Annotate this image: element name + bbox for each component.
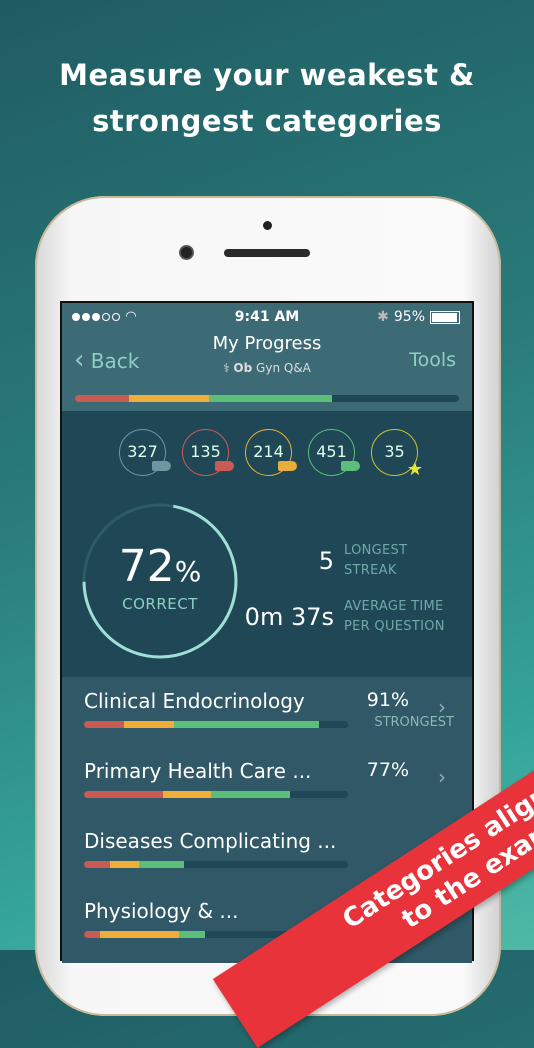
category-progress-bar: [84, 791, 348, 798]
bar-segment-green: [173, 721, 319, 728]
stats-panel: 327 135 214 451 35 ★ 72% CORRECT 5 LONGEST STR…: [62, 411, 472, 677]
bar-segment-red: [84, 931, 100, 938]
category-row[interactable]: Primary Health Care ... 77% ›: [84, 747, 454, 817]
category-name: Physiology & ...: [84, 899, 239, 923]
tools-button[interactable]: Tools: [409, 349, 456, 371]
tag-icon: [341, 461, 360, 471]
bar-segment-green: [209, 395, 333, 402]
category-name: Diseases Complicating ...: [84, 829, 337, 853]
tag-icon: [278, 461, 297, 471]
headline: Measure your weakest & strongest categor…: [59, 58, 475, 138]
streak-label: LONGEST STREAK: [344, 543, 408, 578]
overall-progress-bar: [75, 395, 459, 402]
battery-icon: [430, 310, 460, 324]
bar-segment-green: [139, 861, 185, 868]
category-name: Primary Health Care ...: [84, 759, 312, 783]
category-percent: 77%: [366, 759, 409, 781]
bar-segment-red: [84, 721, 124, 728]
chevron-right-icon: ›: [438, 765, 446, 789]
bar-segment-red: [84, 861, 111, 868]
bar-segment-yellow: [110, 861, 140, 868]
count-badge[interactable]: 35 ★: [371, 429, 423, 479]
bar-segment-green: [179, 931, 206, 938]
bluetooth-icon: ✱: [377, 309, 389, 325]
camera-icon: [179, 245, 194, 260]
status-bar: ◠ 9:41 AM ✱ 95%: [62, 309, 472, 327]
streak-value: 5: [318, 547, 334, 575]
category-progress-bar: [84, 861, 348, 868]
tag-icon: [215, 461, 234, 471]
count-badge[interactable]: 451: [308, 429, 360, 476]
bar-segment-yellow: [128, 395, 210, 402]
category-percent: 91%: [366, 689, 409, 711]
bar-segment-yellow: [99, 931, 180, 938]
count-badge[interactable]: 327: [119, 429, 171, 476]
battery-percent: 95%: [393, 309, 425, 325]
avg-time-label: AVERAGE TIME PER QUESTION: [344, 599, 445, 634]
proximity-sensor: [263, 221, 272, 230]
bar-segment-green: [210, 791, 290, 798]
score-percent: 72%: [118, 541, 202, 592]
avg-time-value: 0m 37s: [244, 603, 334, 631]
tag-icon: [152, 461, 171, 471]
category-progress-bar: [84, 721, 348, 728]
bar-segment-yellow: [163, 791, 211, 798]
count-badge[interactable]: 214: [245, 429, 297, 476]
category-row[interactable]: Clinical Endocrinology 91% STRONGEST ›: [84, 677, 454, 747]
bar-segment-red: [84, 791, 164, 798]
bar-segment-red: [75, 395, 129, 402]
chevron-right-icon: ›: [438, 695, 446, 719]
nav-header: ◠ 9:41 AM ✱ 95% ‹ Back My Progress ⚕ Ob G…: [62, 303, 472, 411]
category-name: Clinical Endocrinology: [84, 689, 305, 713]
speaker: [224, 249, 310, 257]
count-badge[interactable]: 135: [182, 429, 234, 476]
star-icon: ★: [406, 459, 423, 480]
caduceus-icon: ⚕: [223, 361, 230, 375]
bar-segment-yellow: [123, 721, 174, 728]
